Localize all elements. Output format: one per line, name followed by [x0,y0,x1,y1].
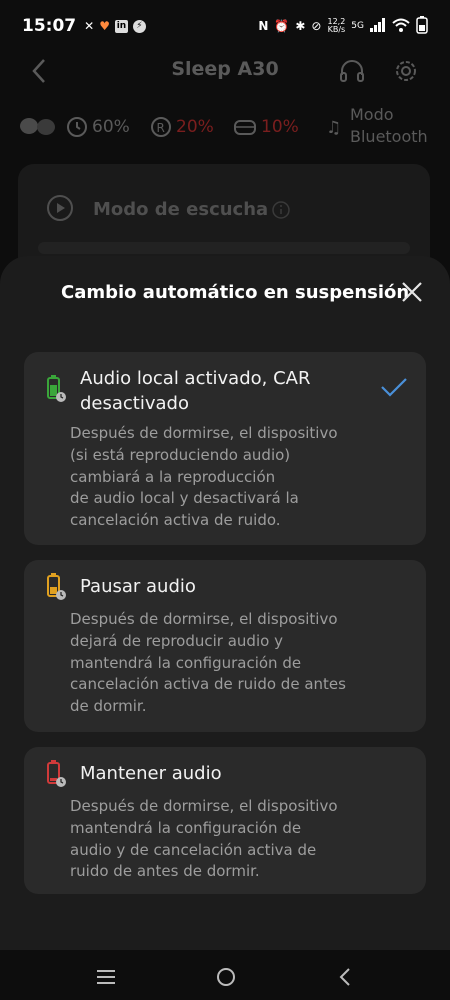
sleep-auto-switch-sheet: Cambio automático en suspensión Audio lo… [0,256,450,950]
app-notification-icon: ✕ [84,19,95,33]
option-keep-audio[interactable]: Mantener audio Después de dormirse, el d… [24,747,426,894]
device-status-row: 60% R 20% 10% ♫ Modo Bluetooth [0,105,450,150]
music-note-icon: ♫ [326,118,342,138]
linkedin-notification-icon: in [114,19,128,33]
info-icon[interactable] [272,201,290,219]
battery-green-icon [47,375,66,402]
sheet-title: Cambio automático en suspensión [61,282,410,303]
back-nav-icon[interactable] [338,967,352,987]
play-icon [47,195,73,221]
option-title: Audio local activado, CAR desactivado [80,368,311,414]
right-earbud-battery: R 20% [150,116,214,138]
right-earbud-icon: R [151,117,171,137]
option-pause-audio[interactable]: Pausar audio Después de dormirse, el dis… [24,560,426,732]
bluetooth-icon: ✱ [295,19,306,33]
device-screen-background: Sleep A30 60% R 20% 10% ♫ Modo Bluetooth… [0,52,450,274]
svg-text:R: R [157,121,165,135]
page-title: Sleep A30 [171,58,279,80]
battery-icon [416,15,428,37]
app-bar: Sleep A30 [0,52,450,90]
option-title: Pausar audio [80,576,196,597]
messenger-notification-icon: ⚡ [132,19,146,33]
clock-icon [67,117,87,137]
option-description: Después de dormirse, el dispositivo deja… [70,610,346,716]
check-icon [381,378,407,397]
charging-case-battery: 10% [233,116,299,138]
signal-icon [370,17,386,35]
option-description: Después de dormirse, el dispositivo mant… [70,797,338,881]
connection-mode: Modo Bluetooth [350,105,428,146]
listening-mode-label: Modo de escucha [93,199,269,220]
system-nav-bar [0,950,450,1000]
headset-icon[interactable] [338,57,366,85]
nfc-icon: N [258,19,269,33]
mute-icon: ⊘ [311,19,322,33]
notification-icons: ✕ ♥ in ⚡ [84,19,146,33]
alarm-icon: ⏰ [274,19,290,33]
gear-icon[interactable] [392,57,420,85]
heart-notification-icon: ♥ [99,19,110,33]
option-local-audio-anc-off[interactable]: Audio local activado, CAR desactivado De… [24,352,426,545]
network-speed: 12,2 KB/s [327,17,346,34]
menu-icon[interactable] [96,969,116,985]
option-description: Después de dormirse, el dispositivo (si … [70,424,338,530]
close-icon[interactable] [400,280,424,304]
battery-red-icon [47,760,66,787]
home-icon[interactable] [216,967,236,987]
case-battery: 60% [66,116,130,138]
battery-yellow-icon [47,573,66,600]
earbuds-icon [18,114,58,138]
wifi-icon [392,18,410,35]
charging-case-icon [234,120,256,135]
option-title: Mantener audio [80,763,222,784]
status-time: 15:07 [22,16,77,36]
listening-mode-selector [38,242,410,254]
network-type: 5G [351,21,364,31]
status-bar: 15:07 ✕ ♥ in ⚡ N ⏰ ✱ ⊘ 12,2 KB/s 5G [0,0,450,52]
